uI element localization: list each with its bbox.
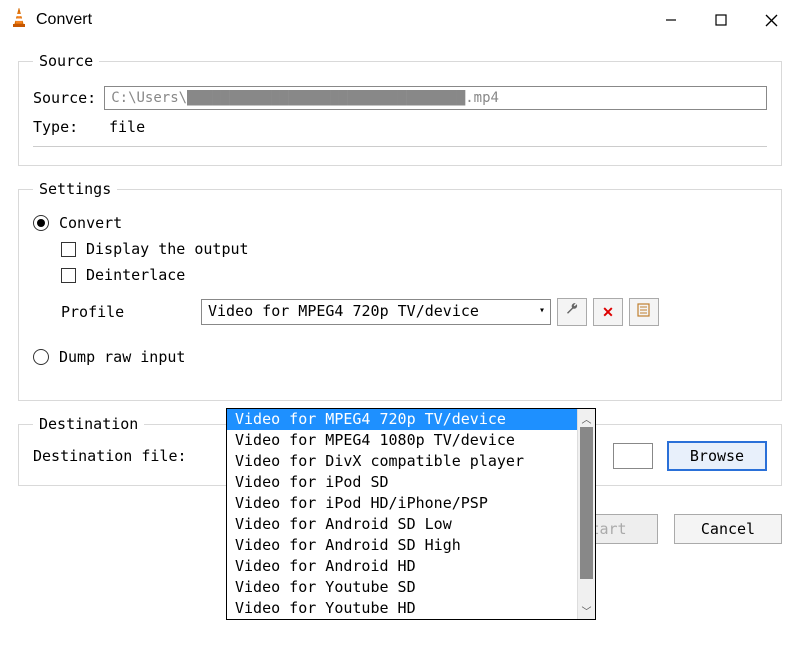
checkbox-icon — [61, 268, 76, 283]
wrench-icon — [564, 302, 580, 322]
delete-x-icon: ✕ — [602, 304, 614, 321]
vlc-cone-icon — [10, 8, 28, 32]
profile-label: Profile — [61, 303, 201, 321]
checkbox-icon — [61, 242, 76, 257]
profile-dropdown-list[interactable]: Video for MPEG4 720p TV/deviceVideo for … — [226, 408, 596, 620]
edit-profile-button[interactable] — [557, 298, 587, 326]
destination-legend: Destination — [33, 415, 144, 433]
profile-option[interactable]: Video for iPod SD — [227, 472, 595, 493]
display-output-checkbox[interactable]: Display the output — [61, 240, 767, 258]
source-legend: Source — [33, 52, 99, 70]
chevron-down-icon: ▾ — [539, 305, 545, 316]
divider — [33, 146, 767, 147]
titlebar: Convert — [0, 0, 800, 40]
scroll-thumb[interactable] — [580, 427, 593, 579]
source-group: Source Source: Type: file — [18, 52, 782, 166]
profile-option[interactable]: Video for iPod HD/iPhone/PSP — [227, 493, 595, 514]
delete-profile-button[interactable]: ✕ — [593, 298, 623, 326]
dump-raw-label: Dump raw input — [59, 348, 185, 366]
convert-radio-label: Convert — [59, 214, 122, 232]
close-button[interactable] — [746, 1, 796, 39]
display-output-label: Display the output — [86, 240, 249, 258]
destination-file-label: Destination file: — [33, 447, 187, 465]
profile-dropdown[interactable]: Video for MPEG4 720p TV/device ▾ — [201, 299, 551, 325]
profile-option[interactable]: Video for Android SD Low — [227, 514, 595, 535]
profile-selected-value: Video for MPEG4 720p TV/device — [208, 302, 479, 320]
minimize-button[interactable] — [646, 1, 696, 39]
radio-checked-icon — [33, 215, 49, 231]
scroll-up-icon[interactable]: ︿ — [578, 409, 595, 427]
window-title: Convert — [36, 11, 646, 29]
radio-unchecked-icon — [33, 349, 49, 365]
profile-option[interactable]: Video for MPEG4 1080p TV/device — [227, 430, 595, 451]
browse-button[interactable]: Browse — [667, 441, 767, 471]
deinterlace-label: Deinterlace — [86, 266, 185, 284]
scroll-down-icon[interactable]: ﹀ — [578, 601, 595, 619]
profile-option[interactable]: Video for Android HD — [227, 556, 595, 577]
profile-option[interactable]: Video for Android SD High — [227, 535, 595, 556]
destination-file-input[interactable] — [613, 443, 653, 469]
dump-raw-radio[interactable]: Dump raw input — [33, 348, 767, 366]
settings-legend: Settings — [33, 180, 117, 198]
type-value: file — [109, 118, 145, 136]
new-profile-icon — [636, 302, 652, 322]
profile-option[interactable]: Video for DivX compatible player — [227, 451, 595, 472]
dropdown-scrollbar[interactable]: ︿ ﹀ — [577, 409, 595, 619]
profile-option[interactable]: Video for Youtube HD — [227, 598, 595, 619]
profile-option[interactable]: Video for Youtube SD — [227, 577, 595, 598]
type-label: Type: — [33, 118, 109, 136]
settings-group: Settings Convert Display the output Dein… — [18, 180, 782, 401]
deinterlace-checkbox[interactable]: Deinterlace — [61, 266, 767, 284]
convert-radio[interactable]: Convert — [33, 214, 767, 232]
profile-option[interactable]: Video for MPEG4 720p TV/device — [227, 409, 595, 430]
new-profile-button[interactable] — [629, 298, 659, 326]
maximize-button[interactable] — [696, 1, 746, 39]
source-input[interactable] — [104, 86, 767, 110]
source-label: Source: — [33, 89, 96, 107]
cancel-button[interactable]: Cancel — [674, 514, 782, 544]
